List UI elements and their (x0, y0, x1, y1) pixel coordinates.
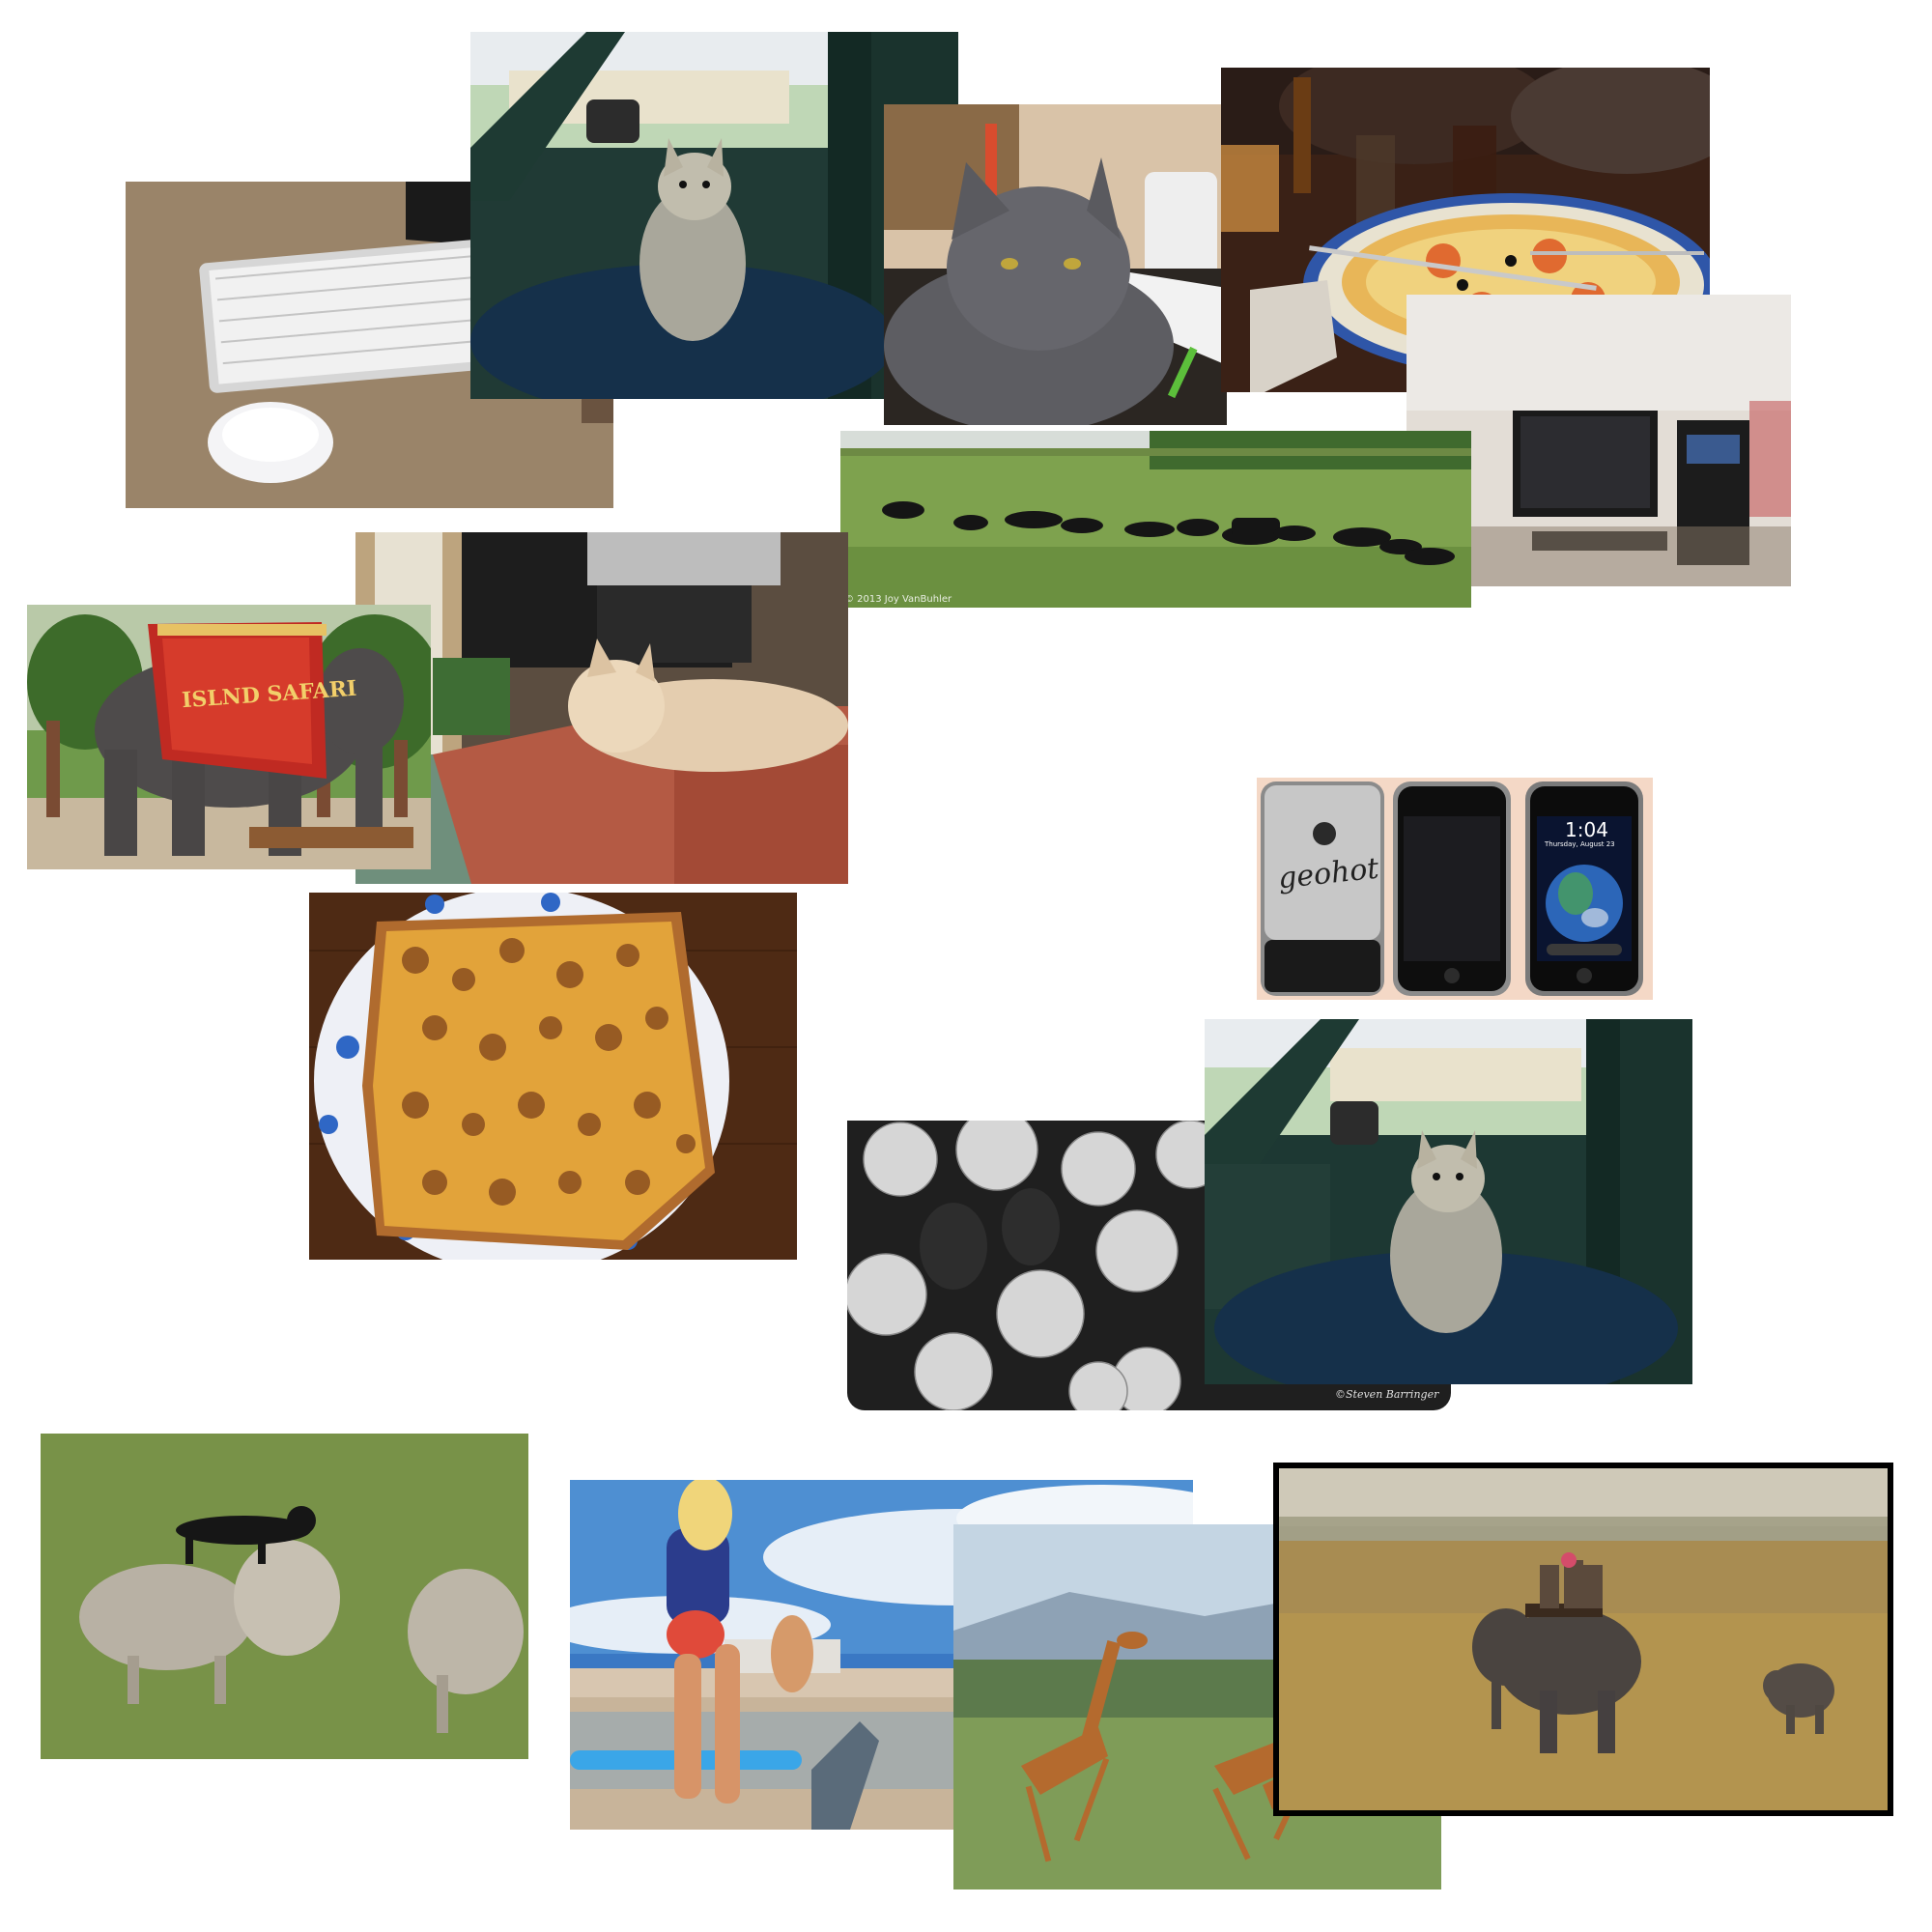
elephant-ride-photo (1273, 1463, 1893, 1816)
cattle-watermark: © 2013 Joy VanBuhler (844, 594, 952, 605)
gray-cat-photo (884, 104, 1227, 425)
umbrellas-watermark: ©Steven Barringer (1335, 1388, 1439, 1401)
walnut-cake-photo (309, 893, 797, 1260)
phone-date: Thursday, August 23 (1545, 840, 1615, 848)
sheep-dog-photo (41, 1434, 528, 1759)
iphone-photo: geohot 1:04 Thursday, August 23 (1257, 778, 1653, 1000)
dog-in-truck-photo-bottom (1205, 1019, 1692, 1384)
safari-elephant-photo: ISLND SAFARI (27, 605, 431, 869)
cattle-field-photo: © 2013 Joy VanBuhler (840, 431, 1471, 608)
phone-clock: 1:04 (1565, 818, 1608, 841)
